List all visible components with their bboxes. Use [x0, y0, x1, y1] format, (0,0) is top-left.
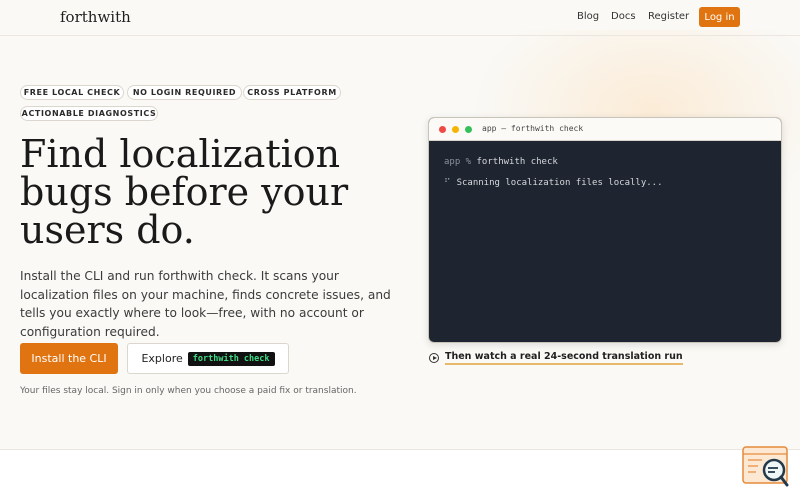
terminal-title: app — forthwith check	[482, 124, 584, 133]
brand-logo[interactable]: forthwith	[60, 8, 131, 26]
terminal-status: Scanning localization files locally...	[456, 178, 663, 188]
hero-description: Install the CLI and run forthwith check.…	[20, 269, 391, 339]
nav-link-docs[interactable]: Docs	[611, 11, 636, 22]
close-dot-icon	[439, 126, 446, 133]
badge-no-login-required: NO LOGIN REQUIRED	[127, 85, 242, 100]
watch-run-label: Then watch a real 24-second translation …	[445, 351, 683, 365]
nav-link-register[interactable]: Register	[648, 11, 689, 22]
nav-link-blog[interactable]: Blog	[577, 11, 599, 22]
spinner-icon: ⠋	[444, 178, 451, 188]
watch-run-link[interactable]: Then watch a real 24-second translation …	[429, 351, 683, 365]
terminal-command-line: app % forthwith check	[444, 157, 558, 167]
hero-title-line-3: users do.	[20, 208, 195, 252]
hero-title: Find localization bugs before your users…	[20, 135, 420, 249]
badge-actionable-diagnostics: ACTIONABLE DIAGNOSTICS	[20, 106, 158, 121]
search-chat-widget-icon[interactable]	[742, 446, 790, 488]
terminal-titlebar: app — forthwith check	[429, 118, 781, 141]
terminal-status-line: ⠋ Scanning localization files locally...	[444, 178, 663, 188]
minimize-dot-icon	[452, 126, 459, 133]
badge-free-local-check: FREE LOCAL CHECK	[20, 85, 124, 100]
command-chip: forthwith check	[187, 351, 275, 366]
install-cli-button[interactable]: Install the CLI	[20, 343, 118, 374]
privacy-note: Your files stay local. Sign in only when…	[20, 386, 357, 396]
badge-cross-platform: CROSS PLATFORM	[243, 85, 341, 100]
explore-check-button[interactable]: Explore forthwith check	[127, 343, 289, 374]
terminal-prompt: app %	[444, 157, 472, 167]
maximize-dot-icon	[465, 126, 472, 133]
explore-label: Explore	[141, 352, 183, 365]
top-nav: forthwith Blog Docs Register Log in	[0, 0, 800, 36]
terminal-command: forthwith check	[476, 157, 558, 167]
terminal-window: app — forthwith check app % forthwith ch…	[428, 117, 782, 343]
login-button[interactable]: Log in	[699, 7, 740, 27]
play-circle-icon	[429, 353, 439, 363]
